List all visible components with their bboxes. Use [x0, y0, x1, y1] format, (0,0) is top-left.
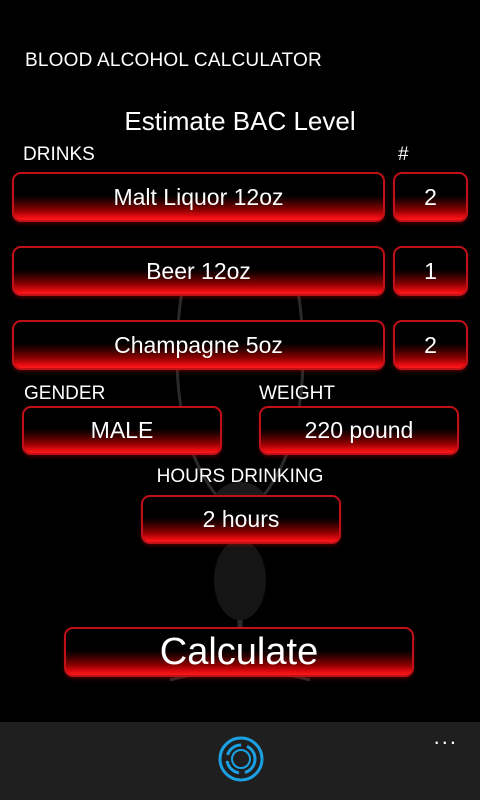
- drink-1-count[interactable]: 2: [393, 172, 468, 222]
- drinks-label: DRINKS: [23, 144, 95, 165]
- drink-2-count[interactable]: 1: [393, 246, 468, 296]
- app-bar: ...: [0, 722, 480, 800]
- hours-drinking-label: HOURS DRINKING: [156, 466, 324, 487]
- app-title: BLOOD ALCOHOL CALCULATOR: [25, 50, 322, 71]
- gender-selector[interactable]: MALE: [22, 406, 222, 455]
- more-options-icon[interactable]: ...: [434, 724, 458, 750]
- calculate-button[interactable]: Calculate: [64, 627, 414, 677]
- drink-count-label: #: [398, 144, 409, 165]
- weight-selector[interactable]: 220 pound: [259, 406, 459, 455]
- drink-3-count[interactable]: 2: [393, 320, 468, 370]
- drink-3-selector[interactable]: Champagne 5oz: [12, 320, 385, 370]
- drink-2-selector[interactable]: Beer 12oz: [12, 246, 385, 296]
- page-title: Estimate BAC Level: [124, 106, 356, 136]
- drink-1-selector[interactable]: Malt Liquor 12oz: [12, 172, 385, 222]
- refresh-icon[interactable]: [217, 735, 265, 783]
- gender-label: GENDER: [24, 383, 106, 404]
- bac-calculator-page: BLOOD ALCOHOL CALCULATOR Estimate BAC Le…: [0, 0, 480, 800]
- weight-label: WEIGHT: [259, 383, 335, 404]
- hours-selector[interactable]: 2 hours: [141, 495, 341, 544]
